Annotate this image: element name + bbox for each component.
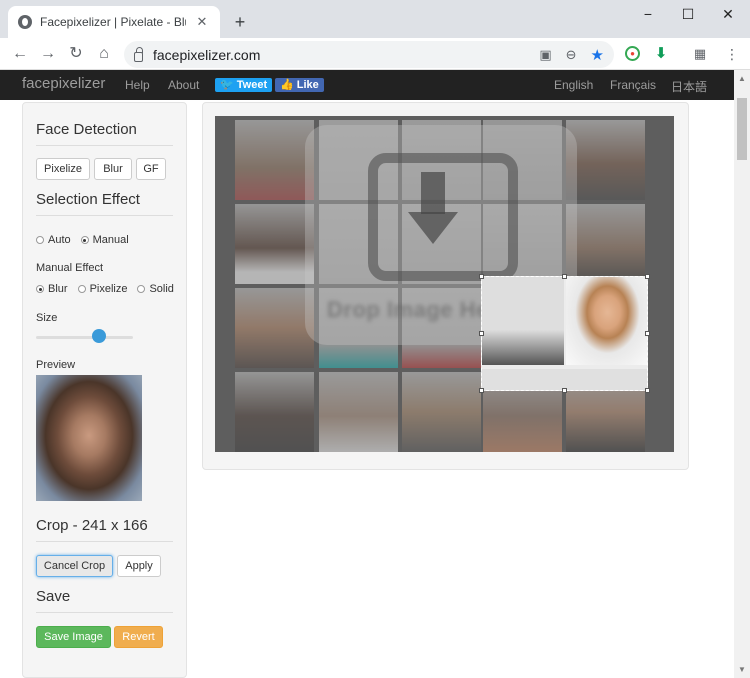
radio-auto-label[interactable]: Auto — [48, 234, 71, 246]
control-panel: Face Detection Pixelize Blur GF Selectio… — [22, 102, 187, 678]
bookmark-star-icon[interactable]: ★ — [591, 46, 604, 64]
like-button[interactable]: 👍 Like — [275, 78, 324, 92]
site-navbar: facepixelizer Help About 🐦 Tweet 👍 Like … — [0, 70, 750, 100]
zoom-icon[interactable]: ⊖ — [566, 47, 577, 63]
effect-radio-group: Blur Pixelize Solid — [36, 283, 180, 295]
crop-handle-nw[interactable] — [479, 274, 484, 279]
browser-tabstrip: Facepixelizer | Pixelate - Blur - A ✕ + … — [0, 0, 750, 38]
radio-pixelize-label[interactable]: Pixelize — [90, 283, 128, 295]
blur-button[interactable]: Blur — [94, 158, 132, 180]
page-scrollbar[interactable]: ▲ ▼ — [734, 70, 750, 678]
crop-handle-w[interactable] — [479, 331, 484, 336]
scroll-thumb[interactable] — [737, 98, 747, 160]
like-label: Like — [296, 79, 319, 91]
manual-effect-label: Manual Effect — [36, 262, 104, 274]
pixelize-button[interactable]: Pixelize — [36, 158, 90, 180]
crop-handle-s[interactable] — [562, 388, 567, 393]
menu-kebab-icon[interactable]: ⋮ — [724, 46, 740, 62]
crop-handle-n[interactable] — [562, 274, 567, 279]
tab-close-icon[interactable]: ✕ — [194, 14, 210, 30]
close-window-button[interactable]: ✕ — [713, 6, 743, 23]
browser-toolbar: ← → ↻ ⌂ facepixelizer.com ▣ ⊖ ★ ● ⬇ ▦ ⋮ — [0, 38, 750, 70]
mode-radio-group: Auto Manual — [36, 234, 135, 246]
translate-icon[interactable]: ▣ — [539, 47, 551, 63]
forward-arrow-icon[interactable]: → — [38, 44, 58, 64]
crop-selection[interactable] — [481, 276, 648, 391]
crop-handle-se[interactable] — [645, 388, 650, 393]
radio-pixelize[interactable] — [77, 285, 86, 293]
size-slider-handle[interactable] — [92, 329, 106, 343]
divider — [36, 215, 173, 216]
browser-tab[interactable]: Facepixelizer | Pixelate - Blur - A ✕ — [8, 6, 220, 38]
download-arrow-icon — [408, 172, 458, 244]
cancel-crop-button[interactable]: Cancel Crop — [36, 555, 113, 577]
url-text: facepixelizer.com — [153, 46, 261, 63]
gf-button[interactable]: GF — [136, 158, 166, 180]
divider — [36, 145, 173, 146]
lang-english[interactable]: English — [554, 78, 593, 92]
radio-blur-label[interactable]: Blur — [48, 283, 68, 295]
lang-japanese[interactable]: 日本語 — [671, 78, 707, 95]
divider — [36, 612, 173, 613]
tab-title: Facepixelizer | Pixelate - Blur - A — [40, 15, 186, 29]
lang-francais[interactable]: Français — [610, 78, 656, 92]
crop-portrait-left — [482, 277, 564, 365]
nav-link-about[interactable]: About — [168, 78, 199, 92]
crop-handle-e[interactable] — [645, 331, 650, 336]
radio-solid-label[interactable]: Solid — [149, 283, 173, 295]
scroll-up-icon[interactable]: ▲ — [738, 74, 746, 83]
back-arrow-icon[interactable]: ← — [10, 44, 30, 64]
calendar-icon[interactable]: ▦ — [692, 46, 708, 62]
globe-icon — [18, 15, 32, 29]
revert-button[interactable]: Revert — [114, 626, 163, 648]
reload-icon[interactable]: ↻ — [66, 44, 86, 64]
radio-solid[interactable] — [137, 285, 146, 293]
face-detection-title: Face Detection — [36, 121, 137, 138]
selection-effect-title: Selection Effect — [36, 191, 140, 208]
lock-icon — [134, 46, 143, 62]
divider — [36, 541, 173, 542]
crop-handle-sw[interactable] — [479, 388, 484, 393]
radio-manual-label[interactable]: Manual — [93, 234, 129, 246]
scroll-down-icon[interactable]: ▼ — [738, 665, 746, 674]
extension-gauge-icon[interactable]: ● — [625, 46, 640, 61]
crop-title: Crop - 241 x 166 — [36, 517, 148, 534]
crop-handle-ne[interactable] — [645, 274, 650, 279]
crop-portrait-right — [566, 277, 647, 365]
address-bar[interactable]: facepixelizer.com ▣ ⊖ ★ — [124, 41, 614, 68]
radio-manual[interactable] — [80, 236, 89, 244]
save-title: Save — [36, 588, 71, 605]
nav-link-help[interactable]: Help — [125, 78, 150, 92]
preview-image — [36, 375, 142, 501]
radio-blur[interactable] — [36, 285, 44, 293]
save-image-button[interactable]: Save Image — [36, 626, 111, 648]
home-icon[interactable]: ⌂ — [94, 44, 114, 64]
size-slider-track[interactable] — [36, 336, 133, 339]
tweet-button[interactable]: 🐦 Tweet — [215, 78, 273, 92]
minimize-button[interactable]: − — [633, 6, 663, 22]
new-tab-button[interactable]: + — [230, 12, 250, 32]
download-arrow-icon[interactable]: ⬇ — [653, 46, 669, 62]
maximize-button[interactable]: ☐ — [673, 6, 703, 23]
size-label: Size — [36, 312, 58, 324]
preview-label: Preview — [36, 359, 76, 371]
apply-crop-button[interactable]: Apply — [117, 555, 161, 577]
tweet-label: Tweet — [236, 79, 268, 91]
radio-auto[interactable] — [36, 236, 44, 244]
site-brand[interactable]: facepixelizer — [22, 75, 105, 92]
